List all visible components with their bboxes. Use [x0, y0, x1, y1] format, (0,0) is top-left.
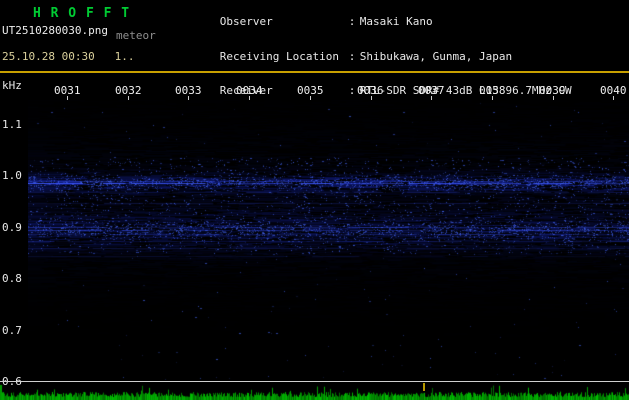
baseline-rule: [0, 381, 629, 382]
time-marker: [423, 383, 425, 391]
y-tick-label: 1.1: [2, 118, 22, 131]
signal-level-canvas: [0, 384, 629, 400]
spectrogram-canvas: [28, 100, 629, 380]
info-label: Receiving Location: [219, 49, 339, 63]
mode-label: meteor: [116, 29, 156, 42]
y-tick-label: 0.7: [2, 324, 22, 337]
info-row: Observer: Masaki Kano: [180, 5, 572, 39]
y-tick-label: 1.0: [2, 169, 22, 182]
info-value: Shibukawa, Gunma, Japan: [359, 49, 513, 63]
info-colon: :: [348, 49, 356, 63]
info-value: Masaki Kano: [359, 15, 433, 29]
filename-label: UT2510280030.png: [2, 24, 108, 37]
y-tick-label: 0.8: [2, 272, 22, 285]
datetime-label: 25.10.28 00:30 1..: [2, 50, 135, 63]
info-colon: :: [348, 15, 356, 29]
y-axis-unit-label: kHz: [2, 79, 22, 92]
header-rule: [0, 71, 629, 73]
hrofft-screen: H R O F F T UT2510280030.png meteor 25.1…: [0, 0, 629, 400]
y-tick-label: 0.9: [2, 221, 22, 234]
app-title: H R O F F T: [33, 6, 131, 21]
info-label: Observer: [219, 15, 273, 29]
info-row: Receiving Location: Shibukawa, Gunma, Jap…: [180, 39, 572, 73]
